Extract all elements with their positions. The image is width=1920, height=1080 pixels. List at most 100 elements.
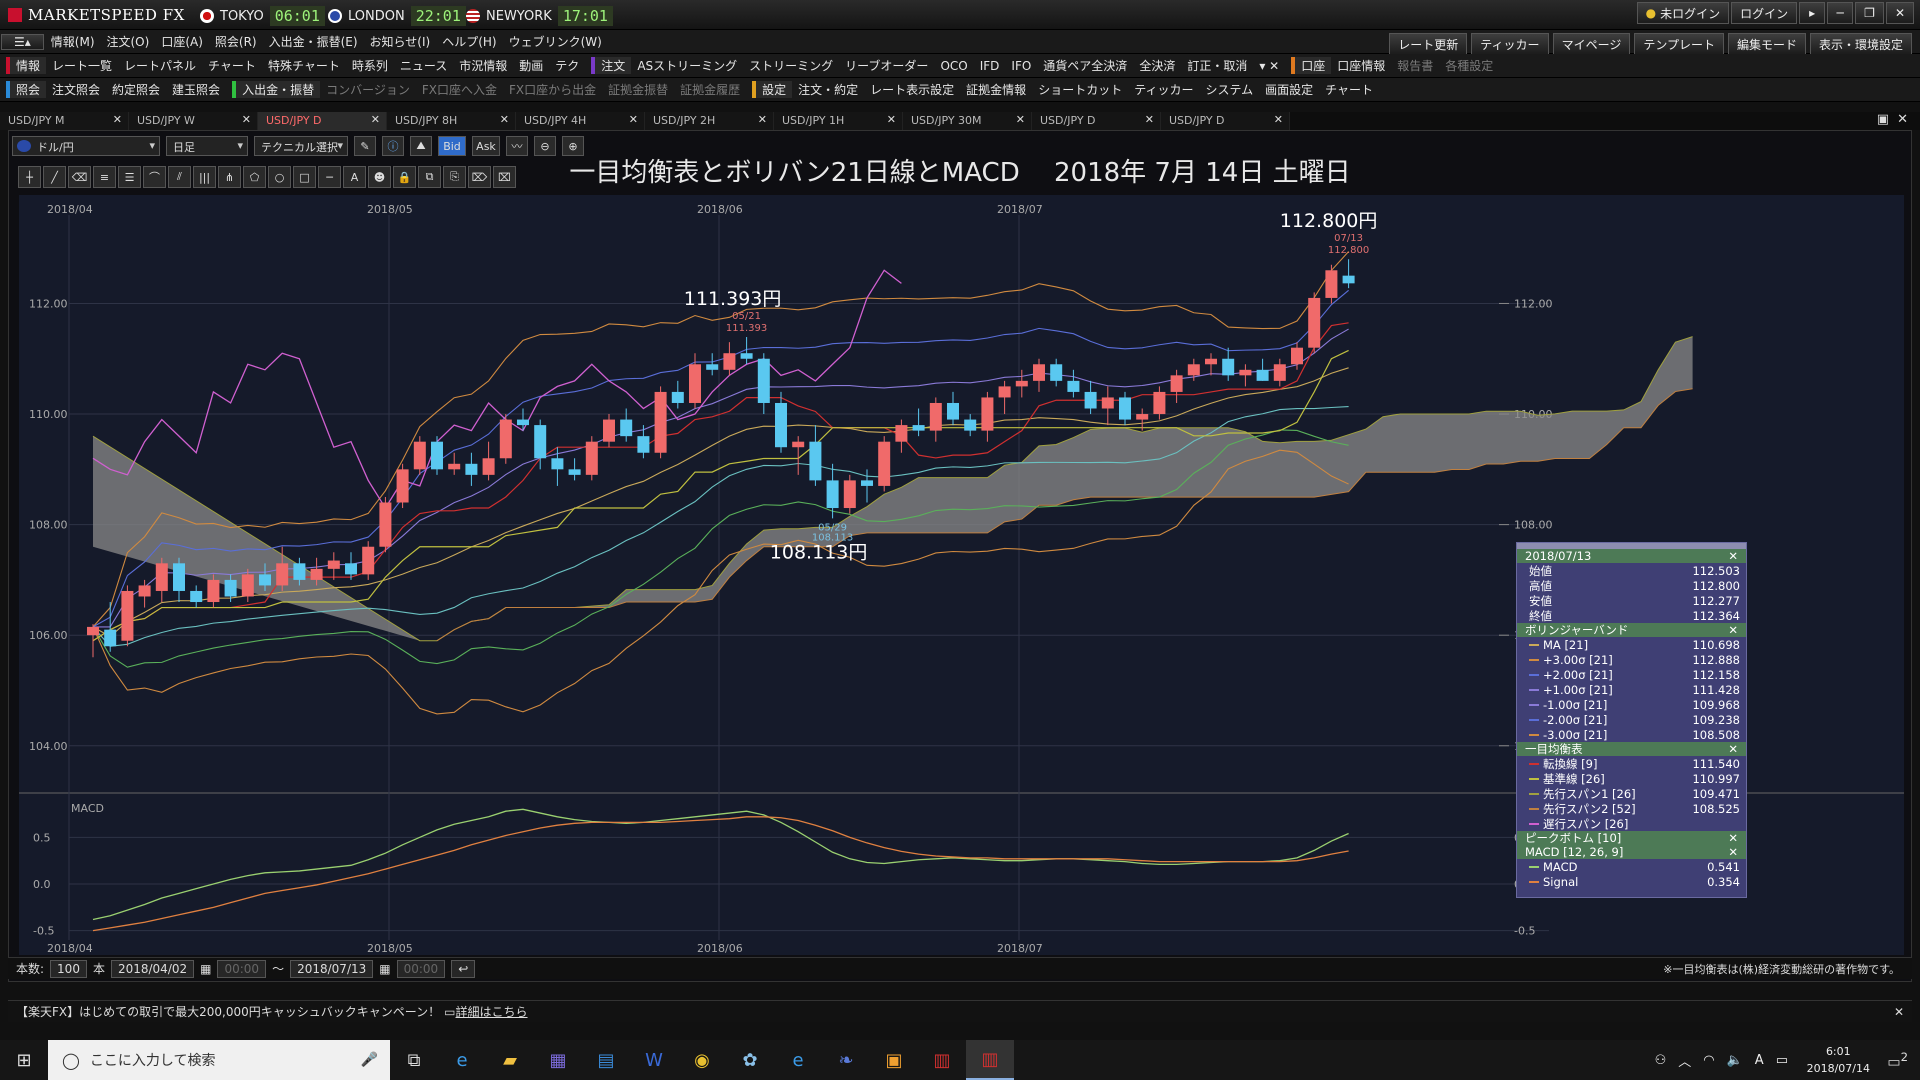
account-item[interactable]: 報告書	[1391, 57, 1439, 74]
close-icon[interactable]: ✕	[1728, 831, 1738, 845]
chart-tab[interactable]: USD/JPY 4H ✕	[516, 112, 645, 130]
volume-icon[interactable]: 🔈	[1727, 1053, 1743, 1068]
ime-indicator[interactable]: A	[1755, 1053, 1764, 1068]
toolbar-dropdown-button[interactable]: マイページ	[1552, 33, 1631, 55]
marketspeed-icon[interactable]: ▥	[918, 1040, 966, 1080]
deposit-item[interactable]: FX口座から出金	[503, 81, 602, 98]
task-view-icon[interactable]: ⧉	[390, 1040, 438, 1080]
close-tab-icon[interactable]: ✕	[1016, 113, 1025, 126]
info-item[interactable]: 時系列	[346, 57, 394, 74]
chart-tab[interactable]: USD/JPY 30M ✕	[903, 112, 1032, 130]
close-chart-icon[interactable]: ✕	[1897, 112, 1908, 127]
chrome-icon[interactable]: ◉	[678, 1040, 726, 1080]
file-explorer-icon[interactable]: ▰	[486, 1040, 534, 1080]
order-item[interactable]: OCO	[934, 59, 973, 73]
info-item[interactable]: ニュース	[394, 57, 453, 74]
settings-item[interactable]: システム	[1199, 81, 1259, 98]
account-item[interactable]: 口座情報	[1331, 57, 1391, 74]
input-mode-icon[interactable]: ▭	[1776, 1053, 1788, 1068]
close-icon[interactable]: ✕	[1728, 623, 1738, 637]
chart-tab[interactable]: USD/JPY W ✕	[129, 112, 258, 130]
app-icon[interactable]: ❧	[822, 1040, 870, 1080]
close-tab-icon[interactable]: ✕	[887, 113, 896, 126]
word-icon[interactable]: W	[630, 1040, 678, 1080]
maximize-chart-icon[interactable]: ▣	[1877, 112, 1889, 127]
paint-icon[interactable]: ✿	[726, 1040, 774, 1080]
settings-item[interactable]: 証拠金情報	[960, 81, 1032, 98]
login-button[interactable]: ログイン	[1731, 2, 1798, 24]
minimize-button[interactable]: ─	[1827, 2, 1854, 24]
toolbar-dropdown-button[interactable]: ティッカー	[1471, 33, 1549, 55]
deposit-item[interactable]: FX口座へ入金	[416, 81, 503, 98]
chevron-up-icon[interactable]: ︿	[1678, 1051, 1691, 1070]
info-item[interactable]: 特殊チャート	[262, 57, 346, 74]
calculator-app-icon[interactable]: ▦	[534, 1040, 582, 1080]
close-button[interactable]: ✕	[1885, 2, 1914, 24]
settings-item[interactable]: ティッカー	[1128, 81, 1199, 98]
toolbar-dropdown-button[interactable]: テンプレート	[1634, 33, 1724, 55]
calendar-icon[interactable]: ▦	[200, 962, 211, 976]
expand-button[interactable]: ▸	[1799, 2, 1826, 24]
info-item[interactable]: レート一覧	[46, 57, 118, 74]
chart-tab[interactable]: USD/JPY D ✕	[258, 112, 387, 130]
calendar-icon[interactable]: ▦	[379, 962, 390, 976]
chart-tab[interactable]: USD/JPY D ✕	[1161, 112, 1290, 130]
window-app-icon[interactable]: ▤	[582, 1040, 630, 1080]
menu-item[interactable]: 照会(R)	[209, 33, 263, 50]
restore-button[interactable]: ❐	[1855, 2, 1884, 24]
toolbar-dropdown-button[interactable]: 編集モード	[1727, 33, 1806, 55]
menu-item[interactable]: お知らせ(I)	[364, 33, 437, 50]
date-to-input[interactable]: 2018/07/13	[290, 959, 374, 978]
edge-icon[interactable]: e	[774, 1040, 822, 1080]
chart-tab[interactable]: USD/JPY 8H ✕	[387, 112, 516, 130]
network-icon[interactable]: ◠	[1703, 1053, 1714, 1068]
order-item[interactable]: IFD	[974, 59, 1006, 73]
menu-item[interactable]: 情報(M)	[45, 33, 101, 50]
time-from-input[interactable]: 00:00	[217, 959, 267, 978]
info-item[interactable]: チャート	[202, 57, 262, 74]
info-item[interactable]: 市況情報	[453, 57, 513, 74]
toolbar-dropdown-button[interactable]: 表示・環境設定	[1809, 33, 1912, 55]
settings-item[interactable]: ショートカット	[1032, 81, 1128, 98]
menu-item[interactable]: 口座(A)	[155, 33, 209, 50]
close-tab-icon[interactable]: ✕	[629, 113, 638, 126]
menu-item[interactable]: 入出金・振替(E)	[263, 33, 364, 50]
close-tab-icon[interactable]: ✕	[1274, 113, 1283, 126]
close-tab-icon[interactable]: ✕	[371, 113, 380, 126]
deposit-item[interactable]: コンバージョン	[320, 81, 416, 98]
inquiry-item[interactable]: 約定照会	[106, 81, 166, 98]
close-icon[interactable]: ✕	[1728, 845, 1738, 859]
order-item[interactable]: 全決済	[1133, 57, 1181, 74]
notification-center[interactable]: ▭2	[1887, 1050, 1908, 1071]
close-tab-icon[interactable]: ✕	[500, 113, 509, 126]
info-item[interactable]: レートパネル	[118, 57, 202, 74]
deposit-item[interactable]: 証拠金振替	[602, 81, 674, 98]
menu-item[interactable]: 注文(O)	[101, 33, 156, 50]
date-from-input[interactable]: 2018/04/02	[110, 959, 195, 978]
count-input[interactable]: 100	[50, 959, 87, 978]
apply-range-button[interactable]: ↩	[451, 959, 476, 978]
close-icon[interactable]: ✕	[1728, 742, 1738, 756]
order-item[interactable]: 訂正・取消	[1181, 57, 1253, 74]
chart-tab[interactable]: USD/JPY 2H ✕	[645, 112, 774, 130]
menu-item[interactable]: ウェブリンク(W)	[503, 33, 608, 50]
info-item[interactable]: 動画	[513, 57, 549, 74]
menu-toggle-button[interactable]: ☰▴	[1, 33, 44, 50]
close-icon[interactable]: ✕	[1728, 549, 1738, 563]
order-item[interactable]: IFO	[1005, 59, 1037, 73]
inquiry-item[interactable]: 建玉照会	[166, 81, 226, 98]
close-news-icon[interactable]: ✕	[1894, 1005, 1904, 1019]
settings-item[interactable]: 注文・約定	[792, 81, 864, 98]
orange-app-icon[interactable]: ▣	[870, 1040, 918, 1080]
close-group-icon[interactable]: ▾ ✕	[1253, 59, 1285, 73]
info-item[interactable]: テク	[549, 57, 585, 74]
chart-tab[interactable]: USD/JPY D ✕	[1032, 112, 1161, 130]
taskbar-search[interactable]: ◯ ここに入力して検索 🎤	[48, 1040, 390, 1080]
settings-item[interactable]: 画面設定	[1259, 81, 1319, 98]
menu-item[interactable]: ヘルプ(H)	[436, 33, 502, 50]
inquiry-item[interactable]: 注文照会	[46, 81, 106, 98]
order-item[interactable]: ストリーミング	[743, 57, 839, 74]
news-detail-link[interactable]: 詳細はこちら	[456, 1003, 528, 1020]
taskbar-clock[interactable]: 6:01 2018/07/14	[1807, 1043, 1870, 1077]
chart-tab[interactable]: USD/JPY 1H ✕	[774, 112, 903, 130]
